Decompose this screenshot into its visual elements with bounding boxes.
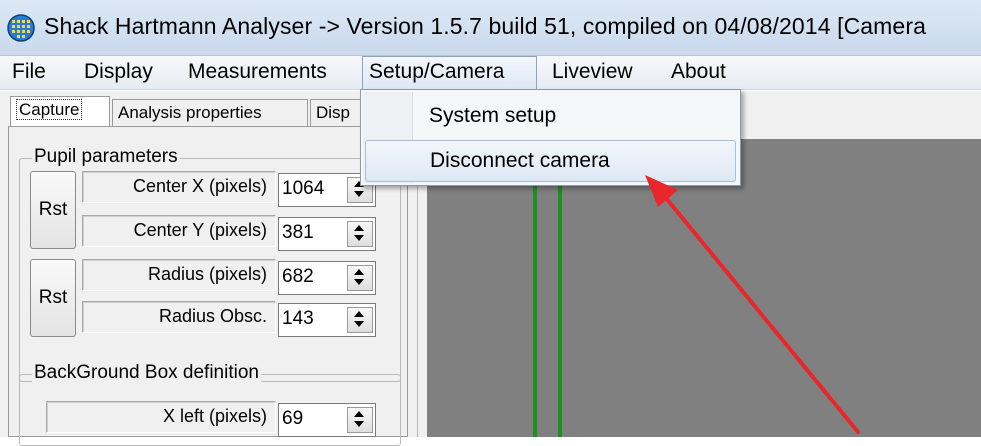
- center-x-value: 1064: [282, 178, 325, 199]
- title-bar: Shack Hartmann Analyser -> Version 1.5.7…: [0, 0, 981, 56]
- x-left-value: 69: [282, 408, 304, 429]
- spin-updown-icon[interactable]: [347, 407, 373, 433]
- center-y-value: 381: [282, 222, 314, 243]
- menu-about[interactable]: About: [665, 56, 732, 90]
- spin-updown-icon[interactable]: [347, 307, 373, 333]
- radius-obsc-label: Radius Obsc.: [82, 301, 276, 333]
- radius-obsc-spinbox[interactable]: 143: [278, 303, 376, 337]
- background-box-title: BackGround Box definition: [32, 362, 261, 384]
- setup-camera-dropdown: System setup Disconnect camera: [360, 89, 741, 186]
- tab-capture-label: Capture: [16, 99, 83, 120]
- menu-item-disconnect-camera[interactable]: Disconnect camera: [365, 140, 736, 182]
- x-left-spinbox[interactable]: 69: [278, 403, 376, 437]
- radius-obsc-value: 143: [282, 308, 314, 329]
- pupil-parameters-title: Pupil parameters: [32, 146, 180, 168]
- menu-file[interactable]: File: [6, 56, 52, 90]
- center-x-label: Center X (pixels): [82, 171, 276, 203]
- radius-label: Radius (pixels): [82, 259, 276, 291]
- spin-updown-icon[interactable]: [347, 221, 373, 247]
- globe-grid-icon: [7, 14, 35, 42]
- spin-updown-icon[interactable]: [347, 265, 373, 291]
- pupil-parameters-group: Pupil parameters Rst Center X (pixels) 1…: [19, 146, 401, 382]
- tab-capture[interactable]: Capture: [10, 96, 110, 127]
- menu-item-system-setup[interactable]: System setup: [365, 96, 736, 138]
- radius-spinbox[interactable]: 682: [278, 261, 376, 295]
- menu-display[interactable]: Display: [78, 56, 159, 90]
- center-y-label: Center Y (pixels): [82, 215, 276, 247]
- tab-analysis-properties[interactable]: Analysis properties: [112, 99, 308, 127]
- window-title: Shack Hartmann Analyser -> Version 1.5.7…: [44, 13, 926, 39]
- background-box-group: BackGround Box definition X left (pixels…: [19, 362, 401, 446]
- left-panel: Capture Analysis properties Disp Pupil p…: [0, 91, 418, 446]
- reset-center-button[interactable]: Rst: [30, 171, 76, 249]
- radius-value: 682: [282, 266, 314, 287]
- menu-setup-camera[interactable]: Setup/Camera: [362, 56, 537, 90]
- center-y-spinbox[interactable]: 381: [278, 217, 376, 251]
- reset-radius-button[interactable]: Rst: [30, 259, 76, 337]
- menu-liveview[interactable]: Liveview: [546, 56, 639, 90]
- x-left-label: X left (pixels): [46, 401, 276, 433]
- menu-measurements[interactable]: Measurements: [182, 56, 333, 90]
- menu-bar: File Display Measurements Setup/Camera L…: [0, 56, 981, 90]
- capture-tab-panel: Pupil parameters Rst Center X (pixels) 1…: [8, 126, 408, 446]
